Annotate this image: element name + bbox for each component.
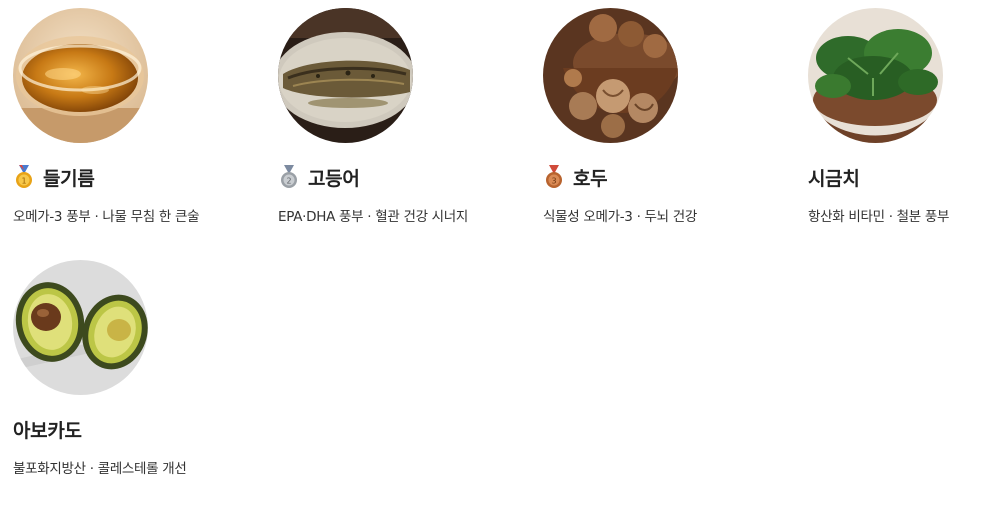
food-description: 항산화 비타민 · 철분 풍부 — [808, 209, 950, 225]
food-card-mackerel[interactable]: 2 고등어 EPA·DHA 풍부 · 혈관 건강 시너지 — [278, 8, 543, 260]
walnuts-bowl-photo — [543, 8, 678, 143]
grilled-mackerel-photo — [278, 8, 413, 143]
food-name: 고등어 — [308, 167, 360, 190]
food-description: 식물성 오메가-3 · 두뇌 건강 — [543, 209, 698, 225]
food-name-row: 2 고등어 — [278, 162, 543, 192]
food-name-row: 시금치 — [808, 162, 993, 192]
food-grid: 1 들기름 오메가-3 풍부 · 나물 무침 한 큰술 2 고등어 EPA·DH… — [13, 8, 993, 512]
perilla-oil-bowl-photo — [13, 8, 148, 143]
silver-medal-icon: 2 — [278, 164, 300, 190]
gold-medal-icon: 1 — [13, 164, 35, 190]
food-card-walnut[interactable]: 3 호두 식물성 오메가-3 · 두뇌 건강 — [543, 8, 808, 260]
food-name: 아보카도 — [13, 419, 82, 442]
food-name: 호두 — [573, 167, 608, 190]
svg-text:1: 1 — [21, 177, 26, 186]
food-card-spinach[interactable]: 시금치 항산화 비타민 · 철분 풍부 — [808, 8, 993, 260]
food-card-perilla-oil[interactable]: 1 들기름 오메가-3 풍부 · 나물 무침 한 큰술 — [13, 8, 278, 260]
food-description: EPA·DHA 풍부 · 혈관 건강 시너지 — [278, 209, 469, 225]
food-description: 불포화지방산 · 콜레스테롤 개선 — [13, 461, 187, 477]
food-card-avocado[interactable]: 아보카도 불포화지방산 · 콜레스테롤 개선 — [13, 260, 278, 512]
food-name: 들기름 — [43, 167, 95, 190]
food-name-row: 3 호두 — [543, 162, 808, 192]
svg-text:2: 2 — [286, 177, 291, 186]
food-name: 시금치 — [808, 167, 860, 190]
avocado-halves-photo — [13, 260, 148, 395]
bronze-medal-icon: 3 — [543, 164, 565, 190]
food-name-row: 아보카도 — [13, 414, 278, 444]
food-description: 오메가-3 풍부 · 나물 무침 한 큰술 — [13, 209, 200, 225]
food-name-row: 1 들기름 — [13, 162, 278, 192]
svg-text:3: 3 — [551, 177, 556, 186]
spinach-bowl-photo — [808, 8, 943, 143]
